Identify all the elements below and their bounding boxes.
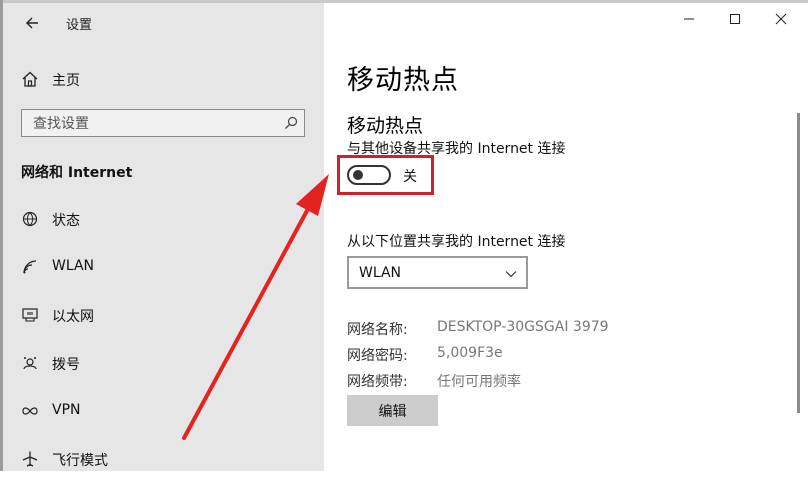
minimize-button[interactable] [666, 3, 712, 35]
edit-button[interactable]: 编辑 [347, 395, 438, 426]
back-arrow-icon [26, 17, 38, 29]
sidebar-item-label: 以太网 [52, 309, 94, 325]
toggle-state-label: 关 [403, 169, 417, 185]
ethernet-icon [22, 308, 38, 322]
sidebar-item-label: 主页 [52, 73, 80, 89]
search-input[interactable] [31, 114, 275, 134]
sidebar-item-label: WLAN [52, 258, 95, 274]
airplane-icon [22, 451, 38, 467]
network-band-value: 任何可用频率 [437, 374, 521, 390]
hotspot-toggle[interactable] [347, 165, 391, 185]
sidebar-item-dialup[interactable]: 拨号 [3, 344, 324, 384]
page-title: 移动热点 [347, 65, 459, 96]
maximize-icon [730, 14, 740, 24]
close-icon [775, 13, 787, 25]
content-pane: 移动热点 移动热点 与其他设备共享我的 Internet 连接 关 从以下位置共… [324, 3, 808, 471]
app-title: 设置 [66, 18, 93, 33]
vpn-icon [22, 407, 38, 415]
minimize-icon [684, 18, 694, 20]
network-name-key: 网络名称: [347, 322, 408, 338]
sidebar-item-label: VPN [52, 402, 81, 418]
network-password-key: 网络密码: [347, 348, 408, 364]
dialup-icon [23, 357, 37, 370]
sidebar-item-label: 拨号 [52, 357, 80, 373]
back-button[interactable] [21, 11, 45, 35]
sidebar-item-wlan[interactable]: WLAN [3, 248, 324, 288]
share-from-dropdown[interactable]: WLAN [347, 256, 528, 289]
hotspot-section-title: 移动热点 [347, 115, 424, 137]
search-field[interactable] [21, 109, 305, 137]
network-password-value: 5,009F3e [437, 345, 503, 361]
settings-window: 设置 主页 网络和 Internet 状态 [0, 0, 808, 471]
share-from-label: 从以下位置共享我的 Internet 连接 [347, 234, 566, 250]
scrollbar[interactable] [797, 113, 800, 413]
network-band-key: 网络频带: [347, 374, 408, 390]
wifi-icon [23, 260, 37, 274]
chevron-down-icon [505, 271, 517, 278]
network-name-value: DESKTOP-30GSGAI 3979 [437, 319, 609, 335]
toggle-knob [353, 170, 363, 180]
sidebar-item-ethernet[interactable]: 以太网 [3, 296, 324, 336]
section-heading: 网络和 Internet [21, 165, 133, 181]
sidebar-item-vpn[interactable]: VPN [3, 392, 324, 432]
globe-status-icon [22, 211, 38, 227]
home-icon [22, 71, 38, 87]
sidebar-item-status[interactable]: 状态 [3, 200, 324, 240]
sidebar: 设置 主页 网络和 Internet 状态 [3, 3, 324, 471]
sidebar-item-home[interactable]: 主页 [3, 60, 324, 100]
search-icon [285, 116, 298, 129]
maximize-button[interactable] [712, 3, 758, 35]
sidebar-item-label: 飞行模式 [52, 453, 108, 469]
sidebar-item-airplane[interactable]: 飞行模式 [3, 440, 324, 480]
sidebar-item-label: 状态 [52, 213, 80, 229]
close-button[interactable] [758, 3, 804, 35]
dropdown-selected-value: WLAN [359, 265, 402, 281]
